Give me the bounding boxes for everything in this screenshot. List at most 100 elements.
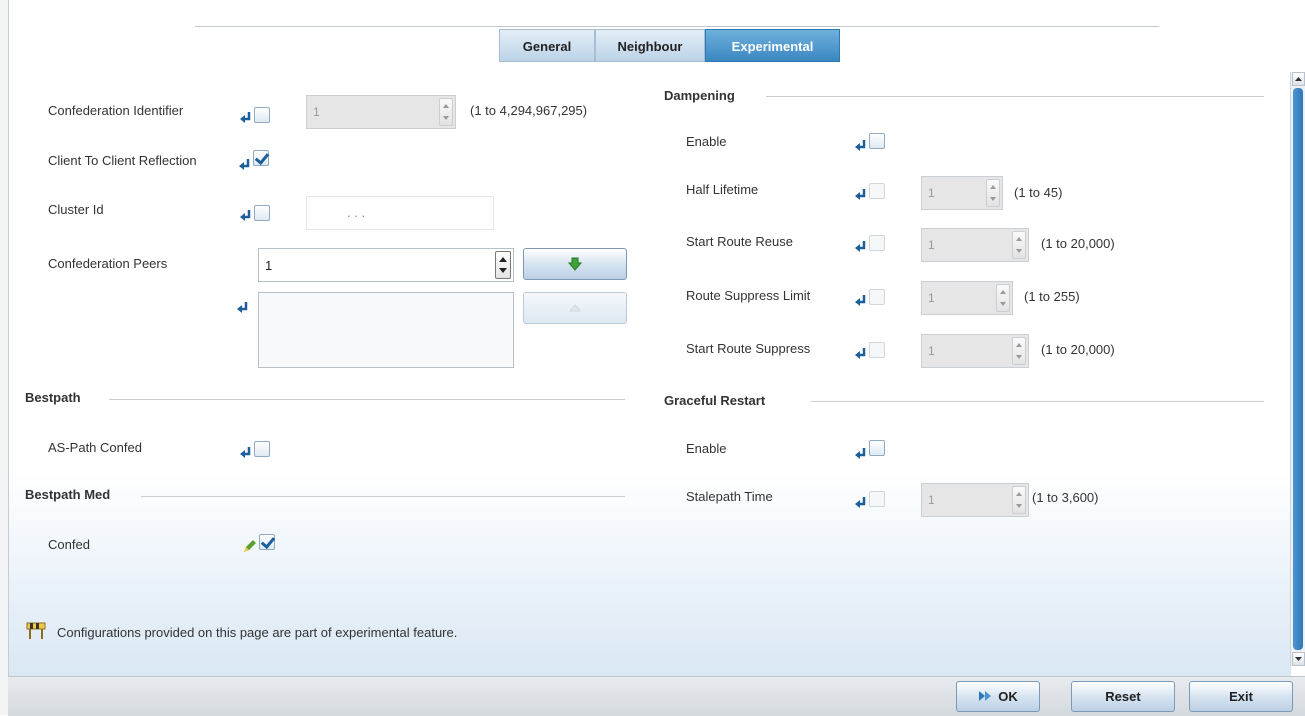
graceful-restart-divider bbox=[811, 401, 1264, 402]
left-edge bbox=[0, 0, 8, 715]
spinner-value: 1 bbox=[928, 238, 935, 252]
exit-button[interactable]: Exit bbox=[1189, 681, 1293, 712]
spinner-value: 1 bbox=[928, 493, 935, 507]
dampening-enable-label: Enable bbox=[686, 134, 727, 149]
spinner-value: 1 bbox=[928, 291, 935, 305]
cluster-id-label: Cluster Id bbox=[48, 202, 104, 217]
stalepath-time-label: Stalepath Time bbox=[686, 489, 773, 504]
warning-barrier-icon bbox=[26, 622, 46, 639]
spinner-arrows[interactable] bbox=[986, 179, 1000, 207]
rule-pin-icon[interactable] bbox=[237, 157, 253, 173]
graceful-restart-enable-label: Enable bbox=[686, 441, 727, 456]
confederation-peers-input[interactable]: 1 bbox=[258, 248, 514, 282]
footer-bar: OK Reset Exit bbox=[8, 676, 1305, 716]
start-route-reuse-checkbox[interactable] bbox=[869, 235, 885, 251]
route-suppress-limit-spinner[interactable]: 1 bbox=[921, 281, 1013, 315]
spinner-arrows[interactable] bbox=[1012, 486, 1026, 514]
remove-peer-button[interactable] bbox=[523, 292, 627, 324]
spinner-value: 1 bbox=[313, 105, 320, 119]
rule-pin-icon[interactable] bbox=[853, 446, 869, 462]
add-peer-button[interactable] bbox=[523, 248, 627, 280]
start-route-reuse-label: Start Route Reuse bbox=[686, 234, 793, 249]
stalepath-time-checkbox[interactable] bbox=[869, 491, 885, 507]
rule-pin-icon[interactable] bbox=[853, 239, 869, 255]
scroll-thumb[interactable] bbox=[1293, 88, 1303, 650]
rule-pin-icon[interactable] bbox=[853, 293, 869, 309]
scroll-down-button[interactable] bbox=[1292, 652, 1305, 666]
vertical-scrollbar[interactable] bbox=[1290, 72, 1305, 666]
rule-pin-icon[interactable] bbox=[853, 495, 869, 511]
tab-general[interactable]: General bbox=[499, 29, 595, 62]
green-down-arrow-icon bbox=[567, 257, 583, 271]
peers-spinner-arrows[interactable] bbox=[495, 251, 511, 279]
tab-neighbour[interactable]: Neighbour bbox=[595, 29, 705, 62]
spinner-value: 1 bbox=[928, 344, 935, 358]
bestpath-section-title: Bestpath bbox=[25, 390, 81, 405]
bestpath-med-section-title: Bestpath Med bbox=[25, 487, 111, 502]
half-lifetime-checkbox[interactable] bbox=[869, 183, 885, 199]
spinner-arrows[interactable] bbox=[1012, 337, 1026, 365]
ok-button[interactable]: OK bbox=[956, 681, 1040, 712]
client-to-client-reflection-checkbox[interactable] bbox=[253, 150, 269, 166]
bestpath-divider bbox=[109, 399, 625, 400]
peers-input-value: 1 bbox=[265, 258, 273, 273]
forward-arrow-icon bbox=[979, 691, 992, 701]
route-suppress-limit-checkbox[interactable] bbox=[869, 289, 885, 305]
stalepath-time-range: (1 to 3,600) bbox=[1032, 490, 1099, 505]
as-path-confed-checkbox[interactable] bbox=[254, 441, 270, 457]
spinner-arrows[interactable] bbox=[996, 284, 1010, 312]
spinner-arrows[interactable] bbox=[439, 98, 453, 126]
content-panel: General Neighbour Experimental Confedera… bbox=[8, 0, 1291, 676]
up-arrow-icon bbox=[568, 304, 582, 312]
confederation-identifier-label: Confederation Identifier bbox=[48, 103, 184, 118]
scroll-up-button[interactable] bbox=[1292, 72, 1305, 86]
tab-top-divider bbox=[195, 26, 1159, 27]
spinner-arrows[interactable] bbox=[1012, 231, 1026, 259]
start-route-suppress-spinner[interactable]: 1 bbox=[921, 334, 1029, 368]
graceful-restart-section-title: Graceful Restart bbox=[664, 393, 766, 408]
dampening-divider bbox=[766, 96, 1264, 97]
half-lifetime-label: Half Lifetime bbox=[686, 182, 759, 197]
confed-label: Confed bbox=[48, 537, 90, 552]
rule-pin-icon[interactable] bbox=[853, 187, 869, 203]
half-lifetime-range: (1 to 45) bbox=[1014, 185, 1063, 200]
confederation-peers-label: Confederation Peers bbox=[48, 256, 168, 271]
reset-button[interactable]: Reset bbox=[1071, 681, 1175, 712]
rule-pin-icon[interactable] bbox=[238, 445, 254, 461]
confederation-identifier-range: (1 to 4,294,967,295) bbox=[470, 103, 588, 118]
experimental-note: Configurations provided on this page are… bbox=[57, 625, 458, 640]
start-route-reuse-spinner[interactable]: 1 bbox=[921, 228, 1029, 262]
rule-pin-icon[interactable] bbox=[853, 138, 869, 154]
rule-pin-icon[interactable] bbox=[853, 346, 869, 362]
spinner-value: 1 bbox=[928, 186, 935, 200]
as-path-confed-label: AS-Path Confed bbox=[48, 440, 142, 455]
rule-pin-icon[interactable] bbox=[238, 110, 254, 126]
up-down-arrow-icon bbox=[499, 257, 507, 273]
start-route-suppress-range: (1 to 20,000) bbox=[1041, 342, 1115, 357]
confederation-peers-list[interactable] bbox=[258, 292, 514, 368]
confederation-identifier-spinner[interactable]: 1 bbox=[306, 95, 456, 129]
pencil-icon[interactable] bbox=[241, 538, 257, 554]
confederation-identifier-checkbox[interactable] bbox=[254, 107, 270, 123]
rule-pin-icon[interactable] bbox=[238, 208, 254, 224]
dampening-enable-checkbox[interactable] bbox=[869, 133, 885, 149]
cluster-id-checkbox[interactable] bbox=[254, 205, 270, 221]
client-to-client-reflection-label: Client To Client Reflection bbox=[48, 153, 197, 168]
scroll-down-arrow-icon bbox=[1295, 657, 1302, 661]
route-suppress-limit-label: Route Suppress Limit bbox=[686, 288, 811, 303]
start-route-suppress-checkbox[interactable] bbox=[869, 342, 885, 358]
half-lifetime-spinner[interactable]: 1 bbox=[921, 176, 1003, 210]
scroll-up-arrow-icon bbox=[1295, 77, 1302, 81]
ok-label: OK bbox=[998, 689, 1018, 704]
start-route-reuse-range: (1 to 20,000) bbox=[1041, 236, 1115, 251]
tab-experimental[interactable]: Experimental bbox=[705, 29, 840, 62]
dampening-section-title: Dampening bbox=[664, 88, 735, 103]
confed-checkbox[interactable] bbox=[259, 534, 275, 550]
graceful-restart-enable-checkbox[interactable] bbox=[869, 440, 885, 456]
route-suppress-limit-range: (1 to 255) bbox=[1024, 289, 1080, 304]
cluster-id-ip-input[interactable]: . . . bbox=[306, 196, 494, 230]
start-route-suppress-label: Start Route Suppress bbox=[686, 341, 811, 356]
rule-pin-icon[interactable] bbox=[235, 300, 251, 316]
bestpath-med-divider bbox=[141, 496, 625, 497]
stalepath-time-spinner[interactable]: 1 bbox=[921, 483, 1029, 517]
